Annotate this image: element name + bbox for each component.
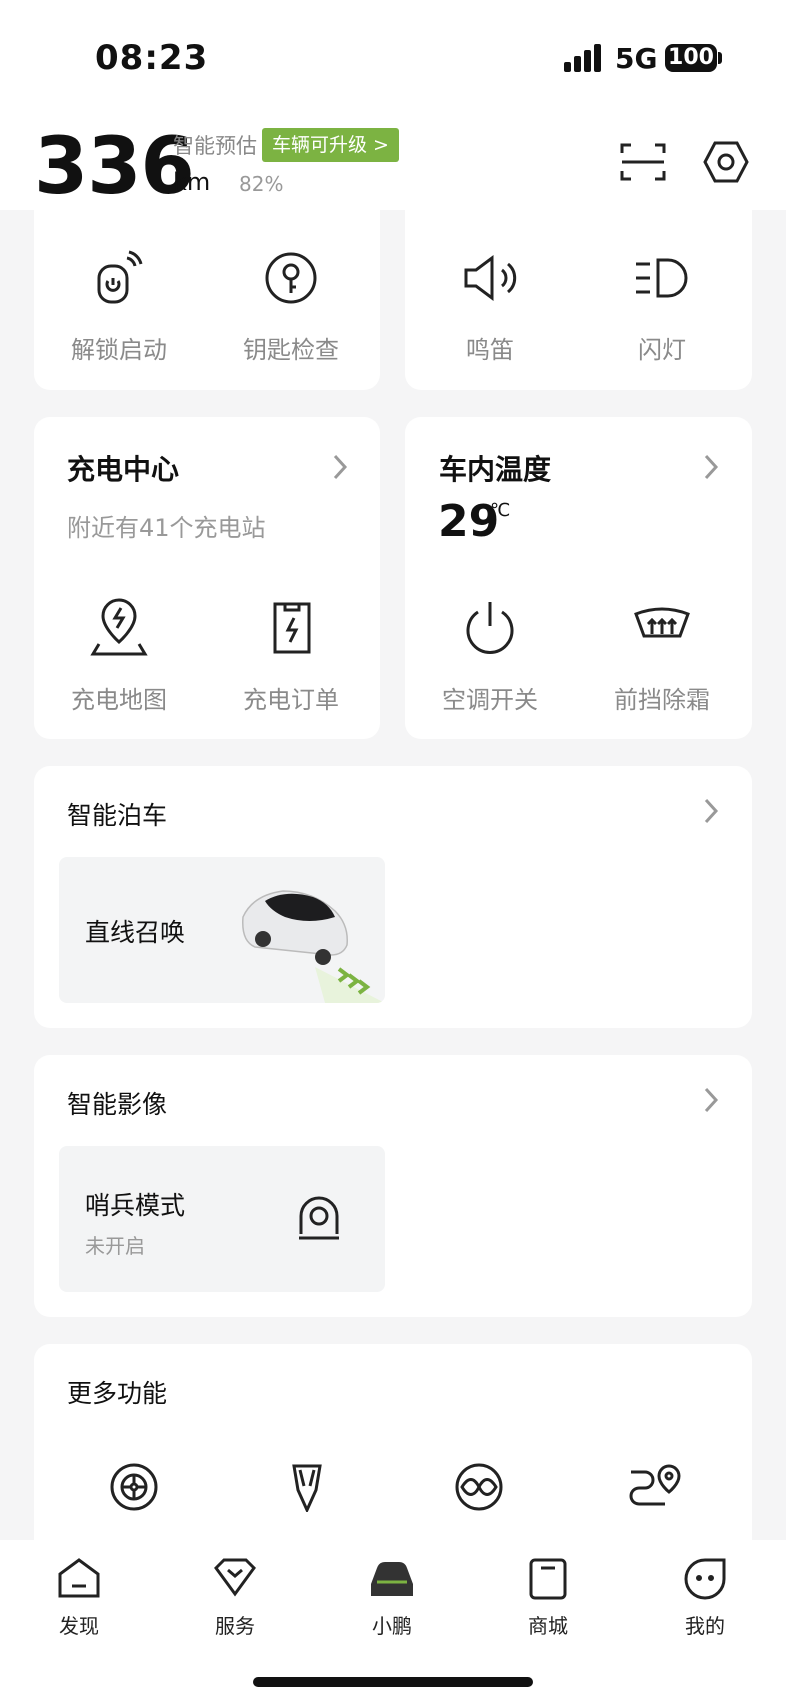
smart-parking-title[interactable]: 智能泊车	[67, 796, 167, 832]
unlock-start-icon	[97, 250, 143, 304]
flash-lights-label: 闪灯	[638, 336, 686, 364]
front-defrost-button[interactable]: 前挡除霜	[587, 598, 737, 718]
ac-power-button[interactable]: 空调开关	[415, 598, 565, 718]
charging-center-title: 充电中心	[67, 453, 180, 486]
tab-service-label: 服务	[215, 1614, 255, 1638]
car-tab-icon	[371, 1562, 413, 1596]
store-tab-icon	[529, 1558, 567, 1600]
horn-icon	[464, 255, 517, 301]
chevron-right-icon[interactable]	[330, 452, 350, 482]
horn-button[interactable]: 鸣笛	[415, 248, 565, 368]
battery-nub	[718, 52, 722, 64]
seat-icon[interactable]	[282, 1462, 332, 1512]
sentry-mode-label: 哨兵模式	[85, 1191, 186, 1220]
route-icon[interactable]	[627, 1462, 681, 1512]
network-type: 5G	[615, 42, 658, 75]
key-icon	[265, 252, 317, 304]
key-check-button[interactable]: 钥匙检查	[216, 248, 366, 368]
headlight-icon	[636, 258, 688, 298]
charging-order-button[interactable]: 充电订单	[216, 598, 366, 718]
temperature-unit: ℃	[490, 500, 511, 521]
range-unit: km	[173, 168, 211, 196]
tab-profile[interactable]: 我的	[660, 1556, 750, 1638]
front-defrost-label: 前挡除霜	[614, 686, 710, 714]
scan-icon[interactable]	[620, 141, 666, 183]
ac-power-label: 空调开关	[442, 686, 538, 714]
tab-discover[interactable]: 发现	[34, 1556, 124, 1638]
key-check-label: 钥匙检查	[243, 336, 339, 364]
profile-tab-icon	[684, 1558, 726, 1600]
status-time: 08:23	[95, 38, 209, 78]
unlock-start-label: 解锁启动	[71, 336, 167, 364]
straight-summon-tile[interactable]: 直线召唤	[59, 857, 385, 1003]
tire-icon[interactable]	[109, 1462, 159, 1512]
charging-map-icon	[90, 598, 148, 656]
unlock-start-button[interactable]: 解锁启动	[44, 248, 194, 368]
tab-profile-label: 我的	[685, 1614, 725, 1638]
battery-percent: 82%	[239, 172, 284, 196]
flash-lights-button[interactable]: 闪灯	[587, 248, 737, 368]
discover-tab-icon	[58, 1558, 100, 1598]
infinity-icon[interactable]	[454, 1462, 504, 1512]
sentry-mode-tile[interactable]: 哨兵模式 未开启	[59, 1146, 385, 1292]
battery-icon: 100	[665, 44, 717, 72]
estimate-label: 智能预估	[173, 134, 257, 158]
signal-icon	[564, 44, 601, 72]
chevron-right-icon[interactable]	[701, 1085, 721, 1115]
sentry-mode-status: 未开启	[85, 1234, 145, 1258]
tab-service[interactable]: 服务	[190, 1556, 280, 1638]
charging-map-button[interactable]: 充电地图	[44, 598, 194, 718]
defrost-icon	[634, 607, 690, 638]
home-indicator[interactable]	[253, 1677, 533, 1687]
charging-order-label: 充电订单	[243, 686, 339, 714]
range-value: 336	[34, 122, 195, 212]
straight-summon-label: 直线召唤	[85, 918, 186, 947]
charging-center-subtitle: 附近有41个充电站	[67, 514, 266, 542]
charging-map-label: 充电地图	[71, 686, 167, 714]
tab-xpeng[interactable]: 小鹏	[347, 1556, 437, 1638]
tab-store-label: 商城	[528, 1614, 568, 1638]
tab-xpeng-label: 小鹏	[372, 1614, 412, 1638]
tab-store[interactable]: 商城	[503, 1556, 593, 1638]
settings-icon[interactable]	[703, 139, 749, 185]
tab-discover-label: 发现	[59, 1614, 99, 1638]
chevron-right-icon[interactable]	[701, 796, 721, 826]
more-functions-title: 更多功能	[67, 1379, 168, 1408]
upgrade-badge[interactable]: 车辆可升级 >	[262, 128, 399, 162]
sentry-camera-icon	[299, 1196, 339, 1240]
chevron-right-icon[interactable]	[701, 452, 721, 482]
cabin-temperature-title: 车内温度	[439, 453, 552, 486]
power-icon	[466, 602, 514, 654]
service-tab-icon	[214, 1558, 256, 1597]
smart-imaging-title[interactable]: 智能影像	[67, 1085, 167, 1121]
horn-label: 鸣笛	[466, 336, 514, 364]
charging-order-icon	[273, 602, 311, 654]
car-image	[242, 890, 385, 1003]
